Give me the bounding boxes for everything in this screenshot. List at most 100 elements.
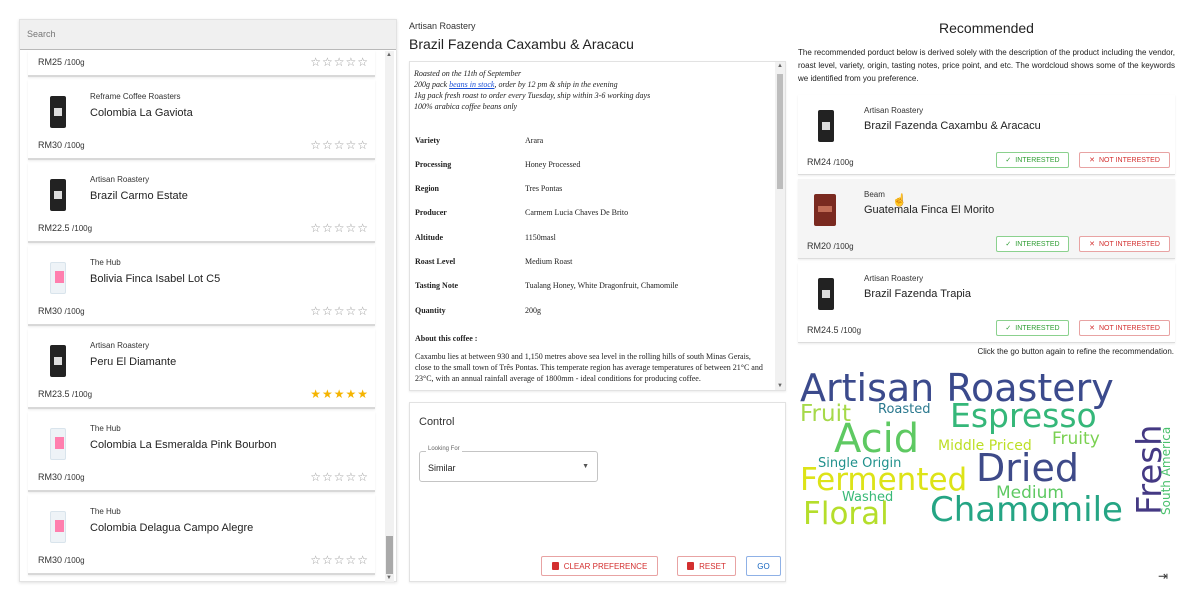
recommended-item[interactable]: Artisan Roastery Brazil Fazenda Trapia R…	[798, 263, 1175, 343]
search-input[interactable]: Search	[20, 20, 396, 50]
interested-button[interactable]: ✓ INTERESTED	[996, 152, 1069, 168]
clear-preference-button[interactable]: CLEAR PREFERENCE	[541, 556, 658, 576]
vendor-name: The Hub	[90, 424, 121, 433]
price: RM30 /100g	[38, 555, 85, 565]
detail-title: Brazil Fazenda Caxambu & Aracacu	[409, 36, 634, 52]
vendor-name: Beam	[864, 190, 885, 199]
list-item[interactable]: The Hub Bolivia Finca Isabel Lot C5 RM30…	[28, 246, 375, 326]
price: RM20 /100g	[807, 241, 854, 251]
vendor-name: Artisan Roastery	[90, 341, 150, 350]
control-title: Control	[419, 416, 455, 428]
check-icon: ✓	[1005, 157, 1012, 164]
scroll-up-icon[interactable]: ▲	[777, 63, 783, 69]
product-name: Peru El Diamante	[90, 356, 177, 368]
vendor-name: The Hub	[90, 258, 121, 267]
recommended-item[interactable]: Artisan Roastery Brazil Fazenda Caxambu …	[798, 95, 1175, 175]
beans-in-stock-link[interactable]: beans in stock	[449, 80, 494, 89]
looking-for-label: Looking For	[426, 446, 462, 452]
rating-stars[interactable]: ☆☆☆☆☆	[310, 138, 369, 152]
scroll-down-icon[interactable]: ▼	[777, 383, 783, 389]
product-image	[810, 276, 842, 314]
product-name: Brazil Fazenda Caxambu & Aracacu	[864, 120, 1041, 132]
vendor-name: Artisan Roastery	[864, 274, 924, 283]
product-list-panel: Search RM25 /100g ☆☆☆☆☆ Reframe Coffee R…	[19, 19, 397, 582]
detail-description: Roasted on the 11th of September 200g pa…	[414, 69, 651, 111]
rating-stars[interactable]: ☆☆☆☆☆	[310, 470, 369, 484]
product-image	[42, 260, 74, 298]
vendor-name: The Hub	[90, 507, 121, 516]
product-name: Brazil Fazenda Trapia	[864, 288, 971, 300]
close-icon: ✕	[1089, 241, 1095, 248]
not-interested-button[interactable]: ✕ NOT INTERESTED	[1079, 236, 1170, 252]
product-image	[810, 108, 842, 146]
interested-button[interactable]: ✓ INTERESTED	[996, 236, 1069, 252]
scroll-down-icon[interactable]: ▼	[386, 575, 392, 581]
refine-hint: Click the go button again to refine the …	[977, 347, 1174, 356]
close-icon: ✕	[1089, 157, 1095, 164]
interested-button[interactable]: ✓ INTERESTED	[996, 320, 1069, 336]
price: RM30 /100g	[38, 306, 85, 316]
mouse-cursor-icon: ☝	[892, 193, 907, 207]
list-item[interactable]: The Hub Colombia La Esmeralda Pink Bourb…	[28, 412, 375, 492]
price: RM30 /100g	[38, 140, 85, 150]
product-image	[42, 426, 74, 464]
go-button[interactable]: GO	[746, 556, 781, 576]
about-heading: About this coffee :	[415, 334, 478, 343]
price: RM25 /100g	[38, 57, 85, 67]
not-interested-button[interactable]: ✕ NOT INTERESTED	[1079, 320, 1170, 336]
not-interested-button[interactable]: ✕ NOT INTERESTED	[1079, 152, 1170, 168]
trash-icon	[687, 562, 695, 570]
vendor-name: Reframe Coffee Roasters	[90, 92, 181, 101]
product-name: Colombia La Esmeralda Pink Bourbon	[90, 439, 277, 451]
close-icon: ✕	[1089, 325, 1095, 332]
looking-for-select[interactable]: Looking For Similar ▼	[419, 446, 598, 482]
product-name: Colombia Delagua Campo Alegre	[90, 522, 254, 534]
recommended-description: The recommended porduct below is derived…	[798, 48, 1175, 83]
detail-panel: Artisan Roastery Brazil Fazenda Caxambu …	[405, 19, 786, 582]
list-item[interactable]: Artisan Roastery Peru El Diamante RM23.5…	[28, 329, 375, 409]
wordcloud-word: Roasted	[878, 402, 931, 417]
recommended-item[interactable]: Beam Guatemala Finca El Morito RM20 /100…	[798, 179, 1175, 259]
list-item[interactable]: The Hub Colombia Delagua Campo Alegre RM…	[28, 495, 375, 575]
wordcloud-word: Floral	[803, 496, 889, 532]
detail-content: Roasted on the 11th of September 200g pa…	[409, 61, 786, 391]
detail-scrollbar[interactable]: ▲ ▼	[775, 62, 785, 390]
control-panel: Control Looking For Similar ▼ CLEAR PREF…	[409, 402, 786, 582]
rating-stars[interactable]: ☆☆☆☆☆	[310, 553, 369, 567]
reset-button[interactable]: RESET	[677, 556, 736, 576]
wordcloud-word: Espresso	[950, 396, 1097, 435]
price: RM22.5 /100g	[38, 223, 93, 233]
logout-icon[interactable]: ⇥	[1158, 569, 1168, 583]
rating-stars[interactable]: ★★★★★	[310, 387, 369, 401]
looking-for-value: Similar	[428, 463, 456, 473]
price: RM24.5 /100g	[807, 325, 862, 335]
check-icon: ✓	[1005, 241, 1012, 248]
price: RM24 /100g	[807, 157, 854, 167]
wordcloud-word: Acid	[834, 416, 920, 462]
recommended-panel: Recommended The recommended porduct belo…	[798, 19, 1176, 599]
rating-stars[interactable]: ☆☆☆☆☆	[310, 55, 369, 69]
list-item[interactable]: RM25 /100g ☆☆☆☆☆	[28, 51, 375, 77]
product-image	[42, 94, 74, 132]
product-list: RM25 /100g ☆☆☆☆☆ Reframe Coffee Roasters…	[20, 51, 386, 582]
rating-stars[interactable]: ☆☆☆☆☆	[310, 221, 369, 235]
scroll-up-icon[interactable]: ▲	[386, 52, 392, 58]
price: RM30 /100g	[38, 472, 85, 482]
rating-stars[interactable]: ☆☆☆☆☆	[310, 304, 369, 318]
product-image	[810, 192, 842, 230]
list-item[interactable]: Reframe Coffee Roasters Colombia La Gavi…	[28, 80, 375, 160]
recommended-title: Recommended	[939, 20, 1034, 36]
product-image	[42, 177, 74, 215]
list-scrollbar[interactable]: ▲ ▼	[385, 51, 394, 582]
scroll-thumb[interactable]	[386, 536, 393, 574]
detail-vendor: Artisan Roastery	[409, 21, 476, 31]
wordcloud-word: Dried	[976, 446, 1079, 490]
wordcloud-word: Chamomile	[930, 490, 1123, 530]
product-image	[42, 343, 74, 381]
scroll-thumb[interactable]	[777, 74, 783, 189]
vendor-name: Artisan Roastery	[90, 175, 150, 184]
trash-icon	[551, 562, 559, 570]
list-item[interactable]: Artisan Roastery Brazil Carmo Estate RM2…	[28, 163, 375, 243]
wordcloud-word: South America	[1159, 426, 1173, 515]
price: RM23.5 /100g	[38, 389, 93, 399]
